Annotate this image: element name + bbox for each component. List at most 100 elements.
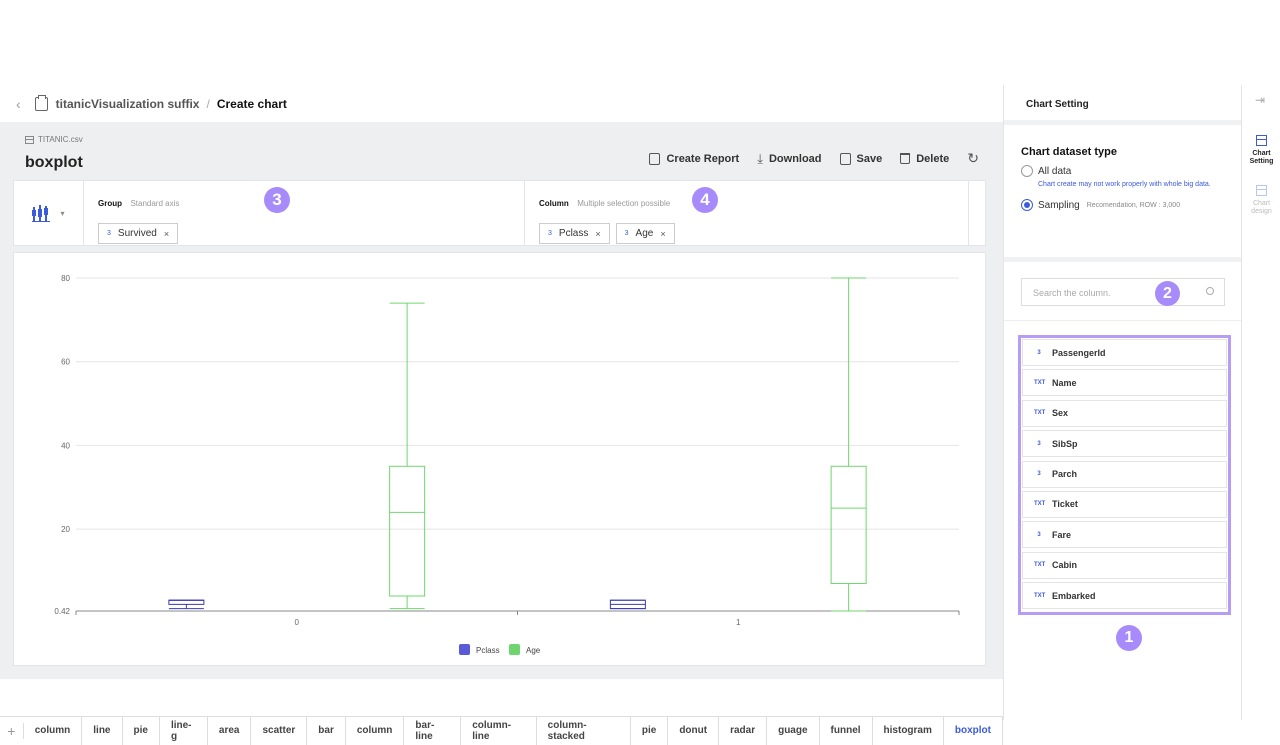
column-chip[interactable]: 3 Pclass × — [539, 223, 610, 244]
remove-icon[interactable]: × — [660, 229, 665, 239]
refresh-button[interactable]: ↻ — [967, 150, 979, 167]
divider — [1004, 320, 1242, 321]
dataset-type-section: Chart dataset type All data Chart create… — [1004, 130, 1241, 262]
column-name: Parch — [1052, 469, 1078, 480]
tab-donut[interactable]: donut — [668, 716, 720, 745]
tab-pie[interactable]: pie — [123, 716, 160, 745]
numeric-type-icon: 3 — [107, 230, 111, 237]
y-tick-label: 40 — [61, 441, 70, 450]
back-arrow-icon[interactable]: ‹ — [16, 96, 21, 112]
x-category-label: 0 — [295, 618, 300, 627]
tab-histogram[interactable]: histogram — [873, 716, 944, 745]
column-name: PassengerId — [1052, 347, 1106, 358]
box-age — [830, 465, 867, 584]
tab-radar[interactable]: radar — [719, 716, 768, 745]
chip-label: Pclass — [558, 228, 589, 239]
column-name: Sex — [1052, 408, 1069, 419]
collapse-panel-icon[interactable]: ⇥ — [1255, 93, 1265, 107]
column-search-input[interactable]: Search the column. — [1021, 278, 1225, 306]
remove-icon[interactable]: × — [595, 229, 600, 239]
chart-header: TITANIC.csv boxplot Create Report ⤓ Down… — [0, 122, 1003, 180]
y-tick-label: 20 — [61, 525, 70, 534]
breadcrumb: ‹ titanicVisualization suffix / Create c… — [0, 85, 1003, 122]
legend-label: Age — [526, 646, 541, 655]
search-icon[interactable] — [1206, 287, 1214, 295]
tab-bar[interactable]: bar — [307, 716, 346, 745]
column-name: Embarked — [1052, 590, 1096, 601]
y-tick-label: 0.42 — [54, 607, 70, 616]
delete-button[interactable]: Delete — [900, 153, 949, 165]
numeric-type-icon: 3 — [1037, 471, 1041, 478]
breadcrumb-page: Create chart — [216, 96, 287, 111]
text-type-icon: TXT — [1034, 501, 1046, 508]
numeric-type-icon: 3 — [548, 230, 552, 237]
save-icon — [839, 152, 851, 165]
radio-sampling[interactable]: Sampling Recomendation, ROW : 3,000 — [1021, 199, 1224, 211]
tab-funnel[interactable]: funnel — [820, 716, 873, 745]
tab-column[interactable]: column — [24, 716, 83, 745]
numeric-type-icon: 3 — [1037, 440, 1041, 447]
box-age — [389, 465, 426, 597]
chip-label: Age — [635, 228, 654, 239]
tab-column-stacked[interactable]: column-stacked — [537, 716, 631, 745]
y-tick-label: 80 — [61, 274, 70, 283]
column-list-item[interactable]: 3 SibSp — [1022, 430, 1227, 458]
column-chip[interactable]: 3 Age × — [615, 223, 675, 244]
chip-label: Survived — [117, 228, 157, 239]
column-list-item[interactable]: TXT Name — [1022, 369, 1227, 397]
column-list-item[interactable]: TXT Embarked — [1022, 582, 1227, 610]
grid-icon — [1256, 135, 1267, 146]
refresh-icon: ↻ — [967, 150, 979, 166]
save-button[interactable]: Save — [839, 152, 882, 165]
boxplot-icon — [32, 203, 52, 223]
chart-editor: ‹ titanicVisualization suffix / Create c… — [0, 85, 1280, 745]
remove-icon[interactable]: × — [164, 229, 169, 239]
tab-column-line[interactable]: column-line — [461, 716, 537, 745]
action-toolbar: Create Report ⤓ Download Save Delete ↻ — [649, 150, 979, 167]
download-button[interactable]: ⤓ Download — [757, 151, 821, 167]
tab-guage[interactable]: guage — [767, 716, 820, 745]
chart-type-selector[interactable]: ▾ — [14, 181, 84, 245]
column-axis: Column Multiple selection possible 3 Pcl… — [525, 181, 969, 245]
column-list-item[interactable]: 3 Fare — [1022, 521, 1227, 549]
tab-scatter[interactable]: scatter — [251, 716, 308, 745]
add-tab-icon[interactable]: + — [0, 722, 24, 739]
workspace: TITANIC.csv boxplot Create Report ⤓ Down… — [0, 122, 1003, 745]
annotation-marker-3: 3 — [264, 187, 290, 213]
settings-panel: Chart Setting Chart dataset type All dat… — [1003, 85, 1242, 720]
group-chip[interactable]: 3 Survived × — [98, 223, 179, 244]
tab-line[interactable]: line — [82, 716, 123, 745]
tab-pie[interactable]: pie — [631, 716, 669, 745]
column-list-item[interactable]: 3 PassengerId — [1022, 339, 1227, 366]
legend-swatch — [459, 644, 470, 655]
column-list-item[interactable]: 3 Parch — [1022, 460, 1227, 488]
column-list-item[interactable]: TXT Ticket — [1022, 490, 1227, 518]
radio-sampling-label: Sampling — [1038, 199, 1080, 211]
radio-all-data[interactable]: All data — [1021, 165, 1224, 177]
numeric-type-icon: 3 — [624, 230, 629, 237]
column-name: Cabin — [1052, 560, 1078, 571]
boxplot-chart: 0.42 20 40 60 80 0 1 Pclass Age — [54, 274, 960, 655]
annotation-marker-2: 2 — [1155, 281, 1180, 306]
delete-label: Delete — [916, 152, 950, 165]
column-list-item[interactable]: TXT Cabin — [1022, 551, 1227, 579]
create-report-button[interactable]: Create Report — [649, 152, 739, 165]
rail-chart-setting[interactable]: Chart Setting — [1242, 135, 1280, 166]
tab-line-g[interactable]: line-g — [160, 716, 208, 745]
breadcrumb-project[interactable]: titanicVisualization suffix — [56, 97, 200, 111]
settings-rail: ⇥ Chart Setting Chart design — [1241, 85, 1280, 720]
rail-chart-design[interactable]: Chart design — [1242, 185, 1280, 216]
report-icon — [649, 152, 661, 165]
breadcrumb-separator: / — [206, 96, 210, 111]
sampling-note: Recomendation, ROW : 3,000 — [1086, 201, 1181, 209]
tab-area[interactable]: area — [208, 716, 252, 745]
annotation-marker-4: 4 — [692, 187, 718, 213]
tab-column[interactable]: column — [346, 716, 405, 745]
tab-bar-line[interactable]: bar-line — [404, 716, 462, 745]
chevron-down-icon: ▾ — [60, 208, 65, 218]
tab-boxplot[interactable]: boxplot — [944, 716, 1003, 745]
column-list-item[interactable]: TXT Sex — [1022, 399, 1227, 427]
numeric-type-icon: 3 — [1037, 349, 1041, 356]
tab-list: column line pie line-g area scatter bar column b… — [24, 716, 1003, 745]
legend-label: Pclass — [476, 646, 500, 655]
